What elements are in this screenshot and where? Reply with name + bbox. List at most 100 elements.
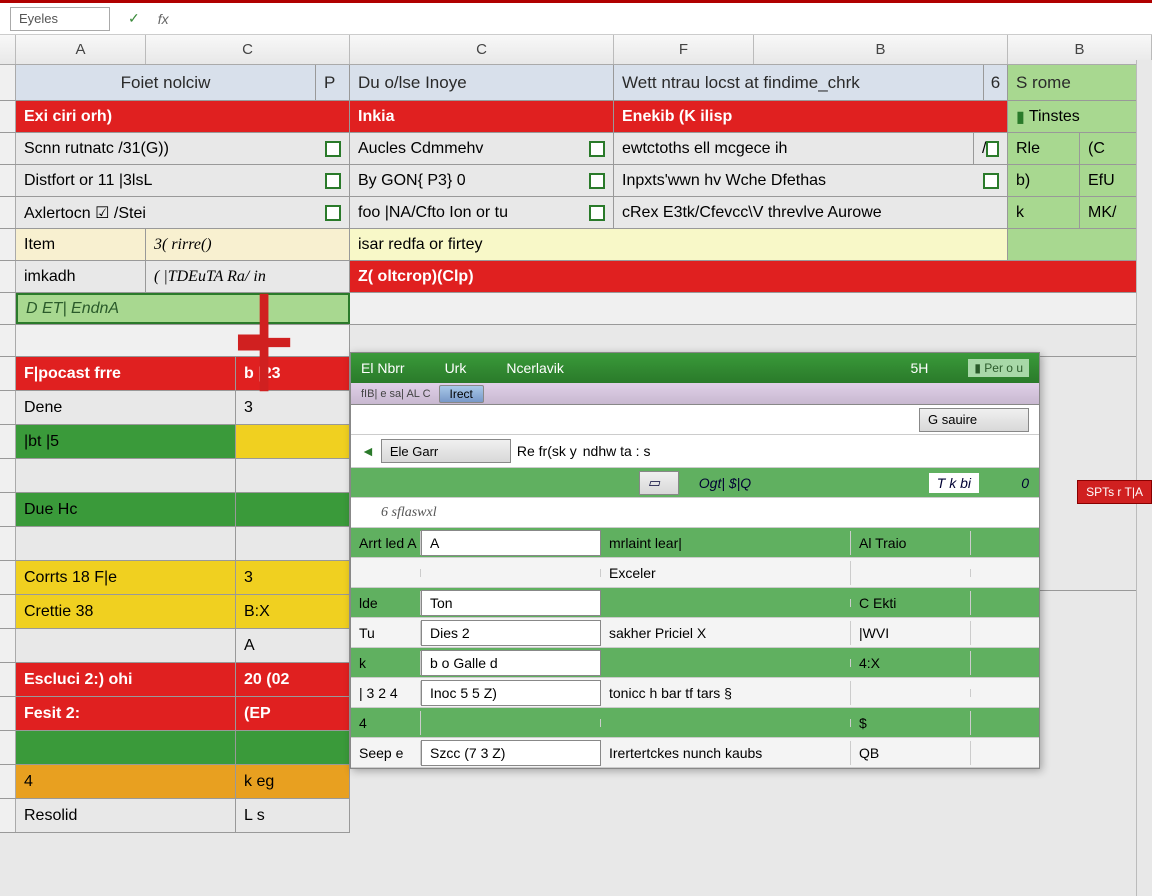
cell[interactable]: [236, 459, 350, 492]
cell[interactable]: [1008, 229, 1152, 260]
cell[interactable]: Fesit 2:: [16, 697, 236, 730]
cell[interactable]: Escluci 2:) ohi: [16, 663, 236, 696]
cell[interactable]: [16, 527, 236, 560]
cell[interactable]: foo |NA/Cfto Ion or tu: [350, 197, 614, 228]
cell[interactable]: Item: [16, 229, 146, 260]
cell[interactable]: By GON{ P3} 0: [350, 165, 614, 196]
popup-cell[interactable]: | 3 2 4: [351, 681, 421, 705]
checkbox-icon[interactable]: [325, 141, 341, 157]
popup-cell[interactable]: [851, 689, 971, 697]
cell[interactable]: [16, 629, 236, 662]
cell[interactable]: 20 (02: [236, 663, 350, 696]
popup-cell[interactable]: [421, 569, 601, 577]
popup-cell[interactable]: 4: [351, 711, 421, 735]
accept-icon[interactable]: ✓: [128, 10, 140, 27]
popup-cell[interactable]: tonicc h bar tf tars §: [601, 681, 851, 705]
cell[interactable]: ( |TDEuTA Ra/ in: [146, 261, 350, 292]
popup-cell[interactable]: [851, 569, 971, 577]
popup-cell[interactable]: Irertertckes nunch kaubs: [601, 741, 851, 765]
popup-cell[interactable]: Arrt led A DCM/: [351, 531, 421, 555]
cell[interactable]: Du o/lse Inoye: [350, 65, 614, 100]
checkbox-icon[interactable]: [589, 205, 605, 221]
cell[interactable]: |bt |5: [16, 425, 236, 458]
popup-button[interactable]: G sauire: [919, 408, 1029, 432]
cell[interactable]: isar redfa or firtey: [350, 229, 1008, 260]
cell[interactable]: Inkia: [350, 101, 614, 132]
cell[interactable]: P: [316, 65, 350, 100]
cell[interactable]: Enekib (K ilisp: [614, 101, 1008, 132]
popup-cell[interactable]: Inoc 5 5 Z): [421, 680, 601, 706]
cell[interactable]: [236, 527, 350, 560]
cell[interactable]: Distfort or 11 |3lsL: [16, 165, 350, 196]
popup-cell[interactable]: QB: [851, 741, 971, 765]
cell[interactable]: D ET| EndnA: [16, 293, 350, 324]
checkbox-icon[interactable]: [325, 173, 341, 189]
cell[interactable]: Foiet nolciw: [16, 65, 316, 100]
popup-cell[interactable]: Exceler: [601, 561, 851, 585]
popup-cell[interactable]: $: [851, 711, 971, 735]
col-header[interactable]: A: [16, 35, 146, 64]
cell[interactable]: [16, 325, 350, 356]
cell[interactable]: F|pocast frre: [16, 357, 236, 390]
cell[interactable]: (EP: [236, 697, 350, 730]
cell[interactable]: Z( oltcrop)(Clp): [350, 261, 1152, 292]
popup-cell[interactable]: [351, 569, 421, 577]
cell[interactable]: Rle: [1008, 133, 1080, 164]
col-header[interactable]: F: [614, 35, 754, 64]
checkbox-icon[interactable]: [325, 205, 341, 221]
cell[interactable]: Exi ciri orh): [16, 101, 350, 132]
col-header[interactable]: C: [350, 35, 614, 64]
popup-cell[interactable]: A: [421, 530, 601, 556]
cell[interactable]: cRex E3tk/Cfevcc\V threvlve Aurowe: [614, 197, 1008, 228]
cell[interactable]: B:X: [236, 595, 350, 628]
col-header[interactable]: B: [1008, 35, 1152, 64]
cell[interactable]: L s: [236, 799, 350, 832]
popup-cell[interactable]: |WVI: [851, 621, 971, 645]
cell[interactable]: A: [236, 629, 350, 662]
checkbox-icon[interactable]: [589, 141, 605, 157]
cell[interactable]: ▮Tinstes: [1008, 101, 1152, 132]
checkbox-icon[interactable]: [986, 141, 999, 157]
name-box[interactable]: [10, 7, 110, 31]
cell[interactable]: imkadh: [16, 261, 146, 292]
cell[interactable]: Inpxts'wwn hv Wche Dfethas: [614, 165, 1008, 196]
popup-cell[interactable]: [601, 659, 851, 667]
popup-insert-button[interactable]: Irect: [439, 385, 484, 403]
cell[interactable]: Due Hc: [16, 493, 236, 526]
cell[interactable]: [16, 731, 236, 764]
cell[interactable]: 6: [984, 65, 1008, 100]
popup-cell[interactable]: sakher Priciel X: [601, 621, 851, 645]
cell[interactable]: k eg: [236, 765, 350, 798]
popup-cell[interactable]: [601, 599, 851, 607]
popup-cell[interactable]: mrlaint lear|: [601, 531, 851, 555]
cell[interactable]: [236, 425, 350, 458]
popup-cell[interactable]: Szcc (7 3 Z): [421, 740, 601, 766]
popup-cell[interactable]: [421, 719, 601, 727]
cell[interactable]: [236, 731, 350, 764]
popup-field[interactable]: Ele Garr: [381, 439, 511, 463]
vertical-scrollbar[interactable]: [1136, 60, 1152, 896]
col-header[interactable]: C: [146, 35, 350, 64]
popup-cell[interactable]: Ton: [421, 590, 601, 616]
popup-cell[interactable]: 4:X: [851, 651, 971, 675]
col-header[interactable]: B: [754, 35, 1008, 64]
cell[interactable]: Resolid: [16, 799, 236, 832]
cell[interactable]: Scnn rutnatc /31(G)): [16, 133, 350, 164]
cell[interactable]: 4: [16, 765, 236, 798]
cell[interactable]: S rome: [1008, 65, 1152, 100]
cell[interactable]: Crettie 38: [16, 595, 236, 628]
popup-cell[interactable]: C Ekti: [851, 591, 971, 615]
popup-cell[interactable]: Dies 2: [421, 620, 601, 646]
cell[interactable]: ewtctoths ell mcgece ih: [614, 133, 974, 164]
cell[interactable]: Aucles Cdmmehv: [350, 133, 614, 164]
cell[interactable]: k: [1008, 197, 1080, 228]
cell[interactable]: 3( rirre(): [146, 229, 350, 260]
popup-cell[interactable]: lde: [351, 591, 421, 615]
cell[interactable]: 3: [236, 561, 350, 594]
cell[interactable]: Corrts 18 F|e: [16, 561, 236, 594]
popup-icon-button[interactable]: ▭: [639, 471, 679, 495]
cell[interactable]: Wett ntrau locst at findime_chrk: [614, 65, 984, 100]
cell[interactable]: b): [1008, 165, 1080, 196]
popup-cell[interactable]: b o Galle d: [421, 650, 601, 676]
cell[interactable]: [350, 293, 1152, 324]
